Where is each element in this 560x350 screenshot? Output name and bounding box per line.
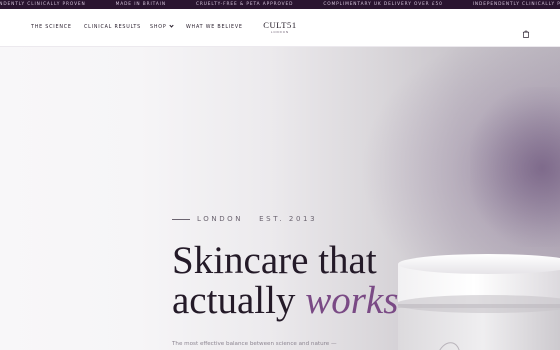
main-navigation: THE SCIENCE CLINICAL RESULTS SHOP WHAT W… (0, 9, 560, 47)
headline-plain: actually (172, 279, 306, 322)
nav-link-shop-label: SHOP (150, 25, 167, 30)
nav-link-what-we-believe[interactable]: WHAT WE BELIEVE (186, 9, 243, 47)
logo-wordmark: CULT51 (263, 20, 297, 30)
headline-line-2: actually works. (172, 281, 432, 321)
eyebrow-city: LONDON (197, 215, 244, 223)
eyebrow-rule (172, 218, 190, 220)
hero-headline: Skincare that actually works. (172, 241, 432, 321)
announcement-track: independently clinically proven made in … (0, 0, 560, 9)
hero-section: LONDON EST. 2013 Skincare that actually … (0, 47, 560, 350)
announcement-bar: independently clinically proven made in … (0, 0, 560, 9)
purple-haze-decoration (470, 87, 560, 247)
announcement-item: cruelty-free & peta approved (195, 2, 294, 7)
shopping-bag-icon[interactable] (521, 24, 531, 38)
announcement-item: made in britain (115, 2, 166, 7)
brand-logo[interactable]: CULT51 LONDON (256, 20, 304, 35)
nav-link-the-science[interactable]: THE SCIENCE (31, 9, 72, 47)
headline-emphasis: works (305, 279, 399, 322)
nav-link-shop[interactable]: SHOP (150, 9, 174, 47)
nav-link-clinical-results[interactable]: CLINICAL RESULTS (84, 9, 141, 47)
headline-line-1: Skincare that (172, 239, 377, 282)
logo-subtitle: LONDON (270, 30, 290, 34)
eyebrow-established: EST. 2013 (259, 215, 318, 223)
announcement-item: complimentary uk delivery over £50 (323, 2, 443, 7)
product-jar-image (396, 250, 560, 350)
announcement-item: independently clinically proven (472, 2, 560, 7)
chevron-down-icon (168, 23, 174, 28)
hero-eyebrow: LONDON EST. 2013 (172, 214, 317, 224)
hero-subtext: The most effective balance between scien… (172, 341, 337, 347)
announcement-item: independently clinically proven (0, 2, 86, 7)
